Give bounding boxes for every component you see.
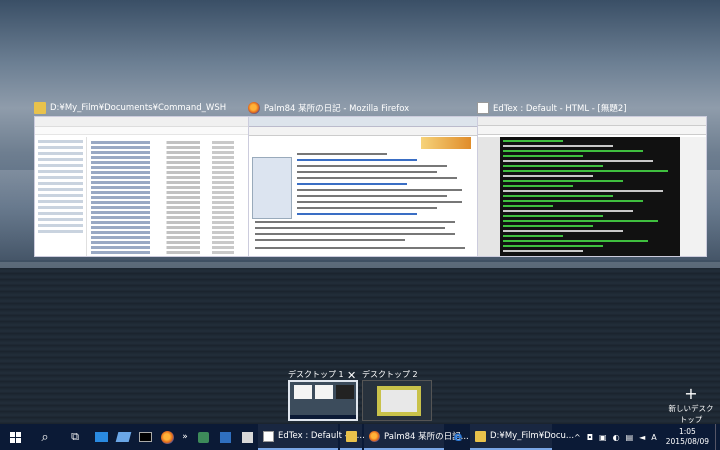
folder-icon	[34, 101, 46, 114]
window-title-bar[interactable]: D:¥My_Film¥Documents¥Command_WSH	[34, 100, 264, 115]
taskbar: ⌕ ⧉ » EdTex : Default - H... Palm84 某所の日…	[0, 424, 720, 450]
browser-tab-strip	[249, 117, 477, 127]
window-thumbnail[interactable]	[248, 116, 478, 257]
plus-icon: +	[684, 384, 698, 403]
desktop-label: デスクトップ 1	[288, 370, 344, 379]
search-icon[interactable]: ⌕	[30, 424, 60, 450]
command-prompt-icon[interactable]	[134, 424, 156, 450]
close-desktop-button[interactable]: ✕	[347, 369, 356, 382]
start-button[interactable]	[0, 424, 30, 450]
clock[interactable]: 1:05 2015/08/09	[660, 427, 715, 447]
new-desktop-button[interactable]: + 新しいデスクトップ	[668, 384, 714, 425]
browser-nav-bar	[249, 127, 477, 136]
window-title: D:¥My_Film¥Documents¥Command_WSH	[50, 102, 227, 113]
editor-icon	[263, 430, 274, 442]
clock-date: 2015/08/09	[665, 437, 709, 446]
windows-logo-icon	[9, 431, 21, 443]
show-desktop-button[interactable]	[715, 424, 720, 450]
firefox-icon	[248, 101, 260, 114]
folder-icon	[345, 430, 357, 442]
system-tray: ^ ◘ ▣ ◐ ▤ ◄ A 1:05 2015/08/09	[571, 424, 720, 450]
volume-icon[interactable]: ◄	[639, 433, 645, 442]
firefox-icon	[369, 430, 380, 442]
window-thumbnail[interactable]	[477, 116, 707, 257]
desktop-thumbnail[interactable]	[362, 380, 432, 421]
pinned-app-icon[interactable]	[112, 424, 134, 450]
desktop-thumbnail[interactable]	[288, 380, 358, 421]
firefox-icon[interactable]	[156, 424, 178, 450]
wallpaper-sea	[0, 268, 720, 424]
window-title-bar[interactable]: Palm84 某所の日記 - Mozilla Firefox	[248, 100, 478, 115]
editor-code-area	[500, 137, 680, 256]
overflow-icon[interactable]: »	[178, 424, 192, 450]
editor-menu-bar	[478, 117, 706, 126]
desktop-label: デスクトップ 2	[362, 370, 418, 379]
page-banner-image	[421, 137, 471, 149]
window-editor[interactable]: EdTex : Default - HTML - [無題2]	[477, 100, 707, 257]
editor-icon	[477, 101, 489, 114]
virtual-desktop-2[interactable]: デスクトップ 2	[362, 369, 434, 424]
window-title: EdTex : Default - HTML - [無題2]	[493, 103, 627, 114]
explorer-address-bar	[35, 127, 263, 135]
tray-chevron-icon[interactable]: ^	[574, 433, 581, 442]
window-title: Palm84 某所の日記 - Mozilla Firefox	[264, 103, 410, 114]
network-icon[interactable]: ▤	[626, 433, 634, 442]
editor-side-panel	[680, 137, 706, 256]
editor-line-gutter	[478, 137, 500, 256]
task-view-icon[interactable]: ⧉	[60, 424, 90, 450]
page-sidebar-image	[252, 157, 292, 219]
tray-app-icon[interactable]: ◘	[587, 433, 593, 442]
pinned-app-icon[interactable]	[192, 424, 214, 450]
taskbar-task-firefox[interactable]: Palm84 某所の日記...	[364, 424, 469, 450]
taskbar-task-folder[interactable]: D:¥My_Film¥Docu...	[470, 424, 574, 450]
taskbar-task-explorer[interactable]	[340, 424, 362, 450]
tray-app-icon[interactable]: ▣	[599, 433, 607, 442]
folder-icon	[475, 430, 486, 442]
taskbar-task-editor[interactable]: EdTex : Default - H...	[258, 424, 365, 450]
window-title-bar[interactable]: EdTex : Default - HTML - [無題2]	[477, 100, 707, 115]
edge-icon[interactable]: e	[446, 424, 470, 450]
new-desktop-label: 新しいデスクトップ	[668, 404, 714, 424]
window-firefox[interactable]: Palm84 某所の日記 - Mozilla Firefox	[248, 100, 478, 257]
clock-time: 1:05	[678, 427, 696, 436]
pinned-app-icon[interactable]	[90, 424, 112, 450]
explorer-file-list	[91, 139, 259, 256]
task-label: D:¥My_Film¥Docu...	[490, 431, 575, 441]
ime-indicator[interactable]: A	[651, 433, 656, 442]
pinned-app-icon[interactable]	[236, 424, 258, 450]
pinned-app-icon[interactable]	[214, 424, 236, 450]
window-explorer[interactable]: D:¥My_Film¥Documents¥Command_WSH	[34, 100, 264, 257]
editor-toolbar	[478, 126, 706, 135]
window-thumbnail[interactable]	[34, 116, 264, 257]
explorer-nav-pane	[35, 137, 87, 256]
tray-app-icon[interactable]: ◐	[613, 433, 620, 442]
explorer-ribbon	[35, 117, 263, 127]
